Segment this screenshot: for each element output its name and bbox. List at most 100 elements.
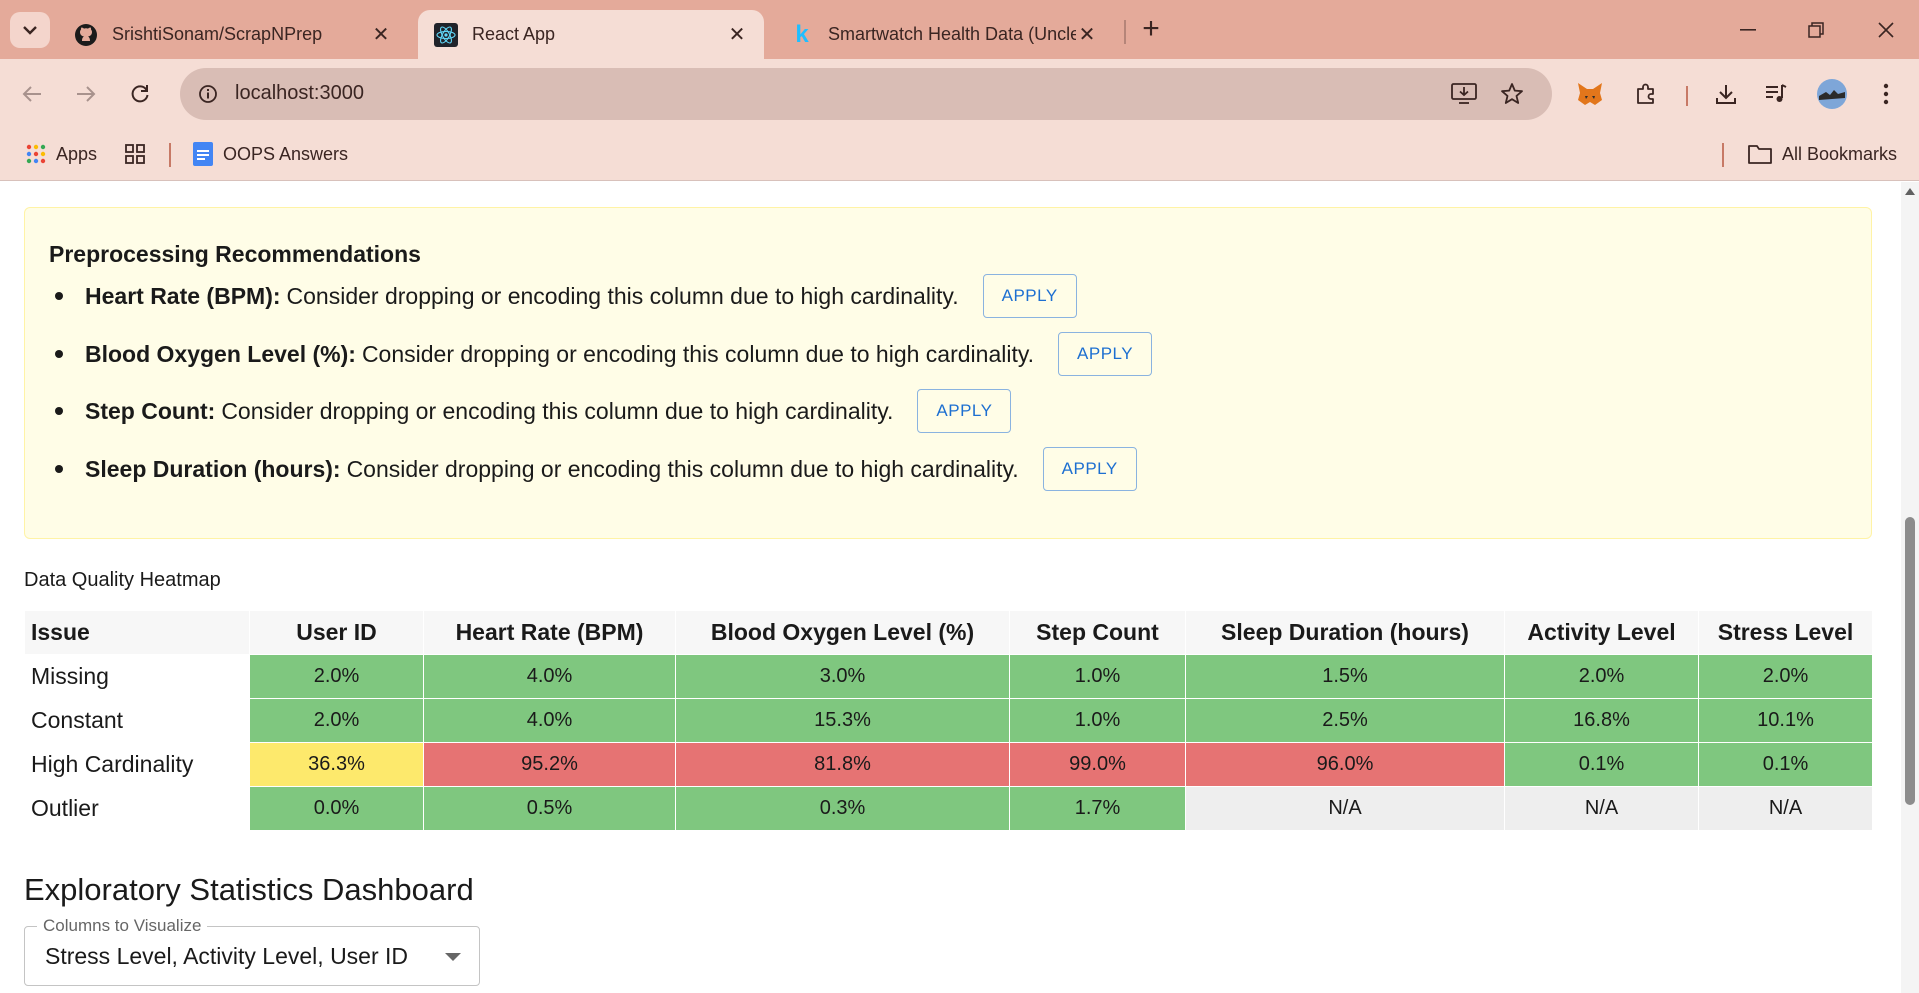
- heatmap-row: Outlier 0.0% 0.5% 0.3% 1.7% N/A N/A N/A: [24, 786, 1873, 831]
- site-info-icon[interactable]: [194, 80, 222, 108]
- downloads-icon[interactable]: [1708, 76, 1744, 112]
- data-quality-heatmap: Issue User ID Heart Rate (BPM) Blood Oxy…: [24, 610, 1873, 831]
- bullet: [55, 292, 63, 300]
- extensions-icon[interactable]: [1628, 76, 1664, 112]
- heatmap-cell: 96.0%: [1185, 742, 1505, 787]
- column-header: Blood Oxygen Level (%): [675, 610, 1010, 655]
- toolbar-separator: [1686, 86, 1688, 106]
- heatmap-cell: 16.8%: [1504, 698, 1699, 743]
- bookmarks-bar: Apps OOPS Answers All Bookmarks: [0, 128, 1919, 181]
- close-tab-icon[interactable]: ✕: [726, 24, 748, 46]
- recommendation-text: Consider dropping or encoding this colum…: [221, 397, 894, 424]
- apply-button[interactable]: APPLY: [917, 389, 1012, 433]
- recommendation-column: Step Count:: [85, 397, 216, 424]
- new-tab-button[interactable]: +: [1135, 14, 1167, 46]
- bullet: [55, 407, 63, 415]
- scrollbar-thumb[interactable]: [1905, 517, 1915, 805]
- profile-avatar[interactable]: [1814, 76, 1850, 112]
- close-window-button[interactable]: [1866, 10, 1906, 50]
- tab-strip: SrishtiSonam/ScrapNPrep ✕ React App ✕ k …: [0, 0, 1919, 59]
- bookmark-oops-answers[interactable]: OOPS Answers: [193, 140, 348, 168]
- columns-to-visualize-select[interactable]: Columns to Visualize Stress Level, Activ…: [24, 916, 480, 986]
- apply-button[interactable]: APPLY: [982, 274, 1077, 318]
- tab-react-app[interactable]: React App ✕: [418, 10, 764, 59]
- bullet: [55, 465, 63, 473]
- bookmark-separator: [1722, 143, 1724, 167]
- heatmap-cell: 0.5%: [423, 786, 676, 831]
- heatmap-cell: 0.3%: [675, 786, 1010, 831]
- bookmark-tab-groups[interactable]: [124, 140, 156, 168]
- heatmap-title: Data Quality Heatmap: [24, 569, 221, 591]
- heatmap-cell: 36.3%: [249, 742, 424, 787]
- arrow-right-icon: [77, 86, 96, 102]
- tab-separator: [1124, 20, 1126, 44]
- recommendation-item: Step Count: Consider dropping or encodin…: [55, 389, 1012, 433]
- recommendation-item: Sleep Duration (hours): Consider droppin…: [55, 447, 1137, 491]
- heatmap-cell: 0.1%: [1698, 742, 1873, 787]
- recommendation-item: Blood Oxygen Level (%): Consider droppin…: [55, 332, 1153, 376]
- restore-button[interactable]: [1796, 10, 1836, 50]
- tab-title: React App: [472, 24, 556, 44]
- heatmap-cell: 2.5%: [1185, 698, 1505, 743]
- bookmark-star-icon[interactable]: [1498, 80, 1526, 108]
- issue-label: Constant: [24, 698, 250, 743]
- react-icon: [434, 22, 458, 47]
- page-scrollbar[interactable]: [1901, 182, 1919, 993]
- browser-toolbar: localhost:3000: [0, 59, 1919, 128]
- dropdown-arrow-icon[interactable]: [445, 953, 461, 961]
- kaggle-icon: k: [795, 20, 809, 48]
- heatmap-row: High Cardinality 36.3% 95.2% 81.8% 99.0% 96.0…: [24, 742, 1873, 787]
- recommendation-text: Consider dropping or encoding this colum…: [361, 340, 1035, 367]
- bookmark-label: Apps: [56, 143, 98, 164]
- column-header: Step Count: [1009, 610, 1186, 655]
- media-controls-icon[interactable]: [1758, 76, 1794, 112]
- google-docs-icon: [193, 142, 213, 166]
- tab-title: Smartwatch Health Data (Uncle: [828, 24, 1076, 44]
- tab-github[interactable]: SrishtiSonam/ScrapNPrep ✕: [58, 10, 408, 59]
- heatmap-cell: 81.8%: [675, 742, 1010, 787]
- heatmap-cell: 1.5%: [1185, 654, 1505, 699]
- heatmap-cell: 99.0%: [1009, 742, 1186, 787]
- apps-grid-icon: [26, 144, 46, 164]
- folder-icon: [1748, 144, 1772, 164]
- tab-groups-icon: [124, 143, 146, 165]
- recommendation-column: Blood Oxygen Level (%):: [85, 340, 356, 367]
- heatmap-cell: 2.0%: [249, 698, 424, 743]
- close-tab-icon[interactable]: ✕: [370, 24, 392, 46]
- heatmap-cell: 1.0%: [1009, 654, 1186, 699]
- scroll-up-arrow-icon[interactable]: [1905, 188, 1915, 195]
- column-header: Issue: [24, 610, 250, 655]
- bullet: [55, 350, 63, 358]
- all-bookmarks-button[interactable]: All Bookmarks: [1748, 140, 1897, 168]
- metamask-extension-icon[interactable]: [1572, 76, 1608, 112]
- install-app-icon[interactable]: [1450, 80, 1478, 108]
- column-header: User ID: [249, 610, 424, 655]
- forward-button[interactable]: [68, 76, 104, 112]
- tab-search-button[interactable]: [10, 12, 50, 48]
- bookmark-apps[interactable]: Apps: [26, 140, 97, 168]
- heatmap-row: Missing 2.0% 4.0% 3.0% 1.0% 1.5% 2.0% 2.0%: [24, 654, 1873, 699]
- recommendation-column: Heart Rate (BPM):: [85, 282, 281, 309]
- back-button[interactable]: [14, 76, 50, 112]
- arrow-left-icon: [22, 86, 41, 102]
- recommendation-text: Consider dropping or encoding this colum…: [286, 282, 959, 309]
- close-tab-icon[interactable]: ✕: [1076, 24, 1098, 46]
- heatmap-cell: N/A: [1698, 786, 1873, 831]
- issue-label: High Cardinality: [24, 742, 250, 787]
- select-value[interactable]: Stress Level, Activity Level, User ID: [45, 943, 408, 970]
- issue-label: Missing: [24, 654, 250, 699]
- reload-button[interactable]: [122, 76, 158, 112]
- tab-kaggle[interactable]: k Smartwatch Health Data (Uncle ✕: [774, 10, 1114, 59]
- url-text[interactable]: localhost:3000: [235, 82, 364, 105]
- kebab-menu-icon[interactable]: [1868, 76, 1904, 112]
- apply-button[interactable]: APPLY: [1042, 447, 1137, 491]
- column-header: Activity Level: [1504, 610, 1699, 655]
- bookmark-separator: [169, 143, 171, 167]
- minimize-button[interactable]: [1728, 10, 1768, 50]
- heatmap-cell: 15.3%: [675, 698, 1010, 743]
- recommendation-text: Consider dropping or encoding this colum…: [346, 455, 1019, 482]
- apply-button[interactable]: APPLY: [1058, 332, 1153, 376]
- address-bar[interactable]: localhost:3000: [180, 68, 1552, 120]
- heatmap-cell: 1.0%: [1009, 698, 1186, 743]
- heatmap-cell: N/A: [1504, 786, 1699, 831]
